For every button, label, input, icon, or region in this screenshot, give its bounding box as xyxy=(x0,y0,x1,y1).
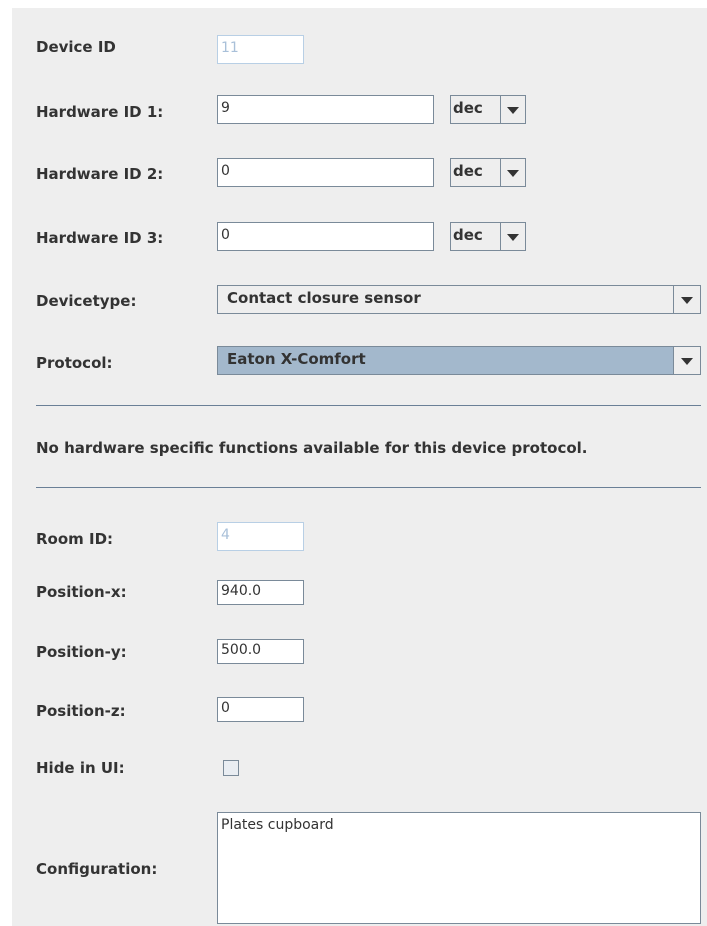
dropdown-button[interactable] xyxy=(500,159,525,186)
hide-in-ui-label: Hide in UI: xyxy=(36,759,125,777)
separator xyxy=(36,405,701,406)
position-z-label: Position-z: xyxy=(36,702,126,720)
chevron-down-icon xyxy=(507,169,519,177)
protocol-label: Protocol: xyxy=(36,354,113,372)
hardware-id-2-label: Hardware ID 2: xyxy=(36,165,164,183)
dropdown-button[interactable] xyxy=(500,96,525,123)
position-z-field[interactable]: 0 xyxy=(217,697,304,722)
device-id-label: Device ID xyxy=(36,38,116,56)
hardware-id-3-field[interactable]: 0 xyxy=(217,222,434,251)
hide-in-ui-checkbox[interactable] xyxy=(223,760,239,776)
configuration-label: Configuration: xyxy=(36,860,158,878)
chevron-down-icon xyxy=(681,296,693,304)
configuration-textarea[interactable]: Plates cupboard xyxy=(217,812,701,924)
hardware-id-3-label: Hardware ID 3: xyxy=(36,229,164,247)
dropdown-button[interactable] xyxy=(500,223,525,250)
hardware-id-2-field[interactable]: 0 xyxy=(217,158,434,187)
protocol-select-value: Eaton X-Comfort xyxy=(227,350,366,368)
devicetype-select[interactable]: Contact closure sensor xyxy=(217,285,701,314)
format-select-value: dec xyxy=(453,99,483,117)
protocol-select[interactable]: Eaton X-Comfort xyxy=(217,346,701,375)
room-id-field: 4 xyxy=(217,522,304,551)
device-form-panel: Device ID 11 Hardware ID 1: 9 dec Hardwa… xyxy=(12,8,707,926)
chevron-down-icon xyxy=(507,233,519,241)
hardware-id-2-format-select[interactable]: dec xyxy=(450,158,526,187)
hardware-id-1-format-select[interactable]: dec xyxy=(450,95,526,124)
chevron-down-icon xyxy=(681,357,693,365)
device-id-field: 11 xyxy=(217,35,304,64)
devicetype-select-value: Contact closure sensor xyxy=(227,289,421,307)
format-select-value: dec xyxy=(453,226,483,244)
protocol-note: No hardware specific functions available… xyxy=(36,439,588,457)
hardware-id-1-field[interactable]: 9 xyxy=(217,95,434,124)
separator xyxy=(36,487,701,488)
format-select-value: dec xyxy=(453,162,483,180)
position-x-label: Position-x: xyxy=(36,583,127,601)
chevron-down-icon xyxy=(507,106,519,114)
position-y-label: Position-y: xyxy=(36,643,127,661)
dropdown-button[interactable] xyxy=(673,286,700,313)
position-y-field[interactable]: 500.0 xyxy=(217,639,304,664)
devicetype-label: Devicetype: xyxy=(36,292,137,310)
hardware-id-3-format-select[interactable]: dec xyxy=(450,222,526,251)
hardware-id-1-label: Hardware ID 1: xyxy=(36,103,164,121)
dropdown-button[interactable] xyxy=(673,347,700,374)
position-x-field[interactable]: 940.0 xyxy=(217,580,304,605)
room-id-label: Room ID: xyxy=(36,530,114,548)
